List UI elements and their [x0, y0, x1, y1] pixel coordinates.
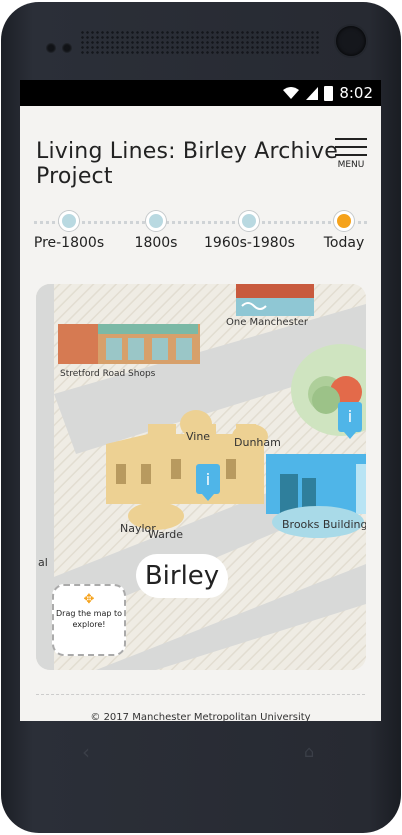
map-label-stretford-road-shops: Stretford Road Shops	[60, 369, 156, 379]
timeline-item-1800s[interactable]: 1800s	[111, 209, 201, 251]
phone-frame: 8:02 Living Lines: Birley Archive Projec…	[0, 0, 402, 835]
footer-divider	[36, 694, 365, 695]
one-manchester-building	[236, 284, 314, 316]
drag-hint-text: Drag the map to explore!	[56, 609, 122, 629]
battery-icon	[324, 85, 334, 101]
back-icon[interactable]: ‹	[82, 740, 90, 764]
front-sensors	[46, 38, 78, 57]
menu-button[interactable]: MENU	[335, 138, 367, 170]
stretford-road-shops-building	[58, 324, 200, 364]
era-timeline: Pre-1800s 1800s 1960s-1980s Today	[34, 209, 367, 259]
move-icon: ✥	[83, 592, 95, 607]
status-time: 8:02	[339, 84, 373, 102]
footer-copyright: © 2017 Manchester Metropolitan Universit…	[90, 712, 311, 721]
timeline-item-today[interactable]: Today	[299, 209, 381, 251]
drag-hint: ✥ Drag the map to explore!	[52, 584, 126, 656]
timeline-label: Today	[323, 235, 365, 251]
timeline-dot	[146, 211, 166, 231]
interactive-map[interactable]: i i One Manchester Stretford Road Shops …	[36, 284, 366, 670]
map-label-edge-fragment: al	[38, 556, 48, 569]
earpiece-speaker	[80, 30, 320, 54]
map-label-one-manchester: One Manchester	[226, 317, 309, 328]
wifi-icon	[283, 87, 300, 99]
map-label-birley: Birley	[136, 554, 228, 598]
timeline-item-1960s-1980s[interactable]: 1960s-1980s	[204, 209, 295, 251]
front-camera	[336, 26, 366, 56]
signal-icon	[306, 86, 319, 100]
timeline-dot-active	[334, 211, 354, 231]
timeline-label: 1800s	[134, 235, 178, 251]
screen: 8:02 Living Lines: Birley Archive Projec…	[20, 80, 381, 721]
hamburger-icon-bar	[335, 154, 367, 156]
timeline-label: Pre-1800s	[33, 235, 105, 251]
timeline-dot	[59, 211, 79, 231]
info-icon: i	[206, 470, 210, 489]
map-label-brooks-building: Brooks Building	[282, 518, 366, 531]
home-icon[interactable]: ⌂	[304, 742, 314, 761]
hamburger-icon	[335, 138, 367, 140]
timeline-label: 1960s-1980s	[204, 235, 295, 251]
timeline-dot	[239, 211, 259, 231]
app-header: Living Lines: Birley Archive Project MEN…	[20, 106, 381, 194]
map-label-warde: Warde	[148, 528, 183, 541]
map-label-dunham: Dunham	[234, 436, 281, 449]
menu-label: MENU	[337, 160, 365, 170]
timeline-item-pre-1800s[interactable]: Pre-1800s	[24, 209, 114, 251]
map-label-vine: Vine	[186, 430, 210, 443]
page-title: Living Lines: Birley Archive Project	[36, 139, 338, 189]
hamburger-icon-bar	[335, 146, 367, 148]
info-icon: i	[348, 407, 352, 426]
status-bar: 8:02	[20, 80, 381, 106]
